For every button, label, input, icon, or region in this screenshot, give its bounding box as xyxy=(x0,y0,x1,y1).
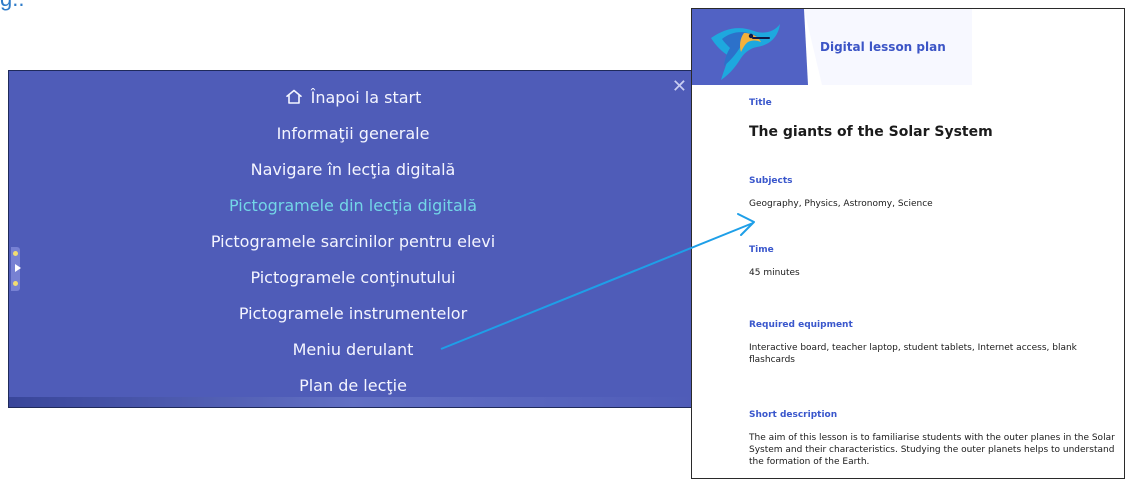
menu-item-tool-pictograms[interactable]: Pictogramele instrumentelor xyxy=(9,295,697,331)
section-time: Time 45 minutes xyxy=(749,245,1114,279)
menu-item-home[interactable]: Înapoi la start xyxy=(9,79,697,115)
menu-item-label: Înapoi la start xyxy=(310,87,422,107)
menu-item-content-pictograms[interactable]: Pictogramele conţinutului xyxy=(9,259,697,295)
menu-item-student-task-pictograms[interactable]: Pictogramele sarcinilor pentru elevi xyxy=(9,223,697,259)
document-header: Digital lesson plan xyxy=(692,9,1124,85)
lesson-navigation-menu: ✕ Înapoi la start Informaţii generale Na… xyxy=(8,70,698,408)
hummingbird-icon xyxy=(711,24,780,80)
menu-item-label: Pictogramele sarcinilor pentru elevi xyxy=(210,231,496,251)
menu-item-general-information[interactable]: Informaţii generale xyxy=(9,115,697,151)
menu-list: Înapoi la start Informaţii generale Navi… xyxy=(9,79,697,403)
menu-item-digital-lesson-navigation[interactable]: Navigare în lecţia digitală xyxy=(9,151,697,187)
menu-item-label: Plan de lecţie xyxy=(299,375,407,395)
section-label: Required equipment xyxy=(749,319,853,330)
document-header-title: Digital lesson plan xyxy=(820,40,946,54)
required-equipment-text: Interactive board, teacher laptop, stude… xyxy=(749,342,1077,366)
menu-item-dropdown-menu[interactable]: Meniu derulant xyxy=(9,331,697,367)
menu-item-label: Navigare în lecţia digitală xyxy=(250,159,456,179)
menu-item-label: Pictogramele conţinutului xyxy=(250,267,456,287)
cropped-heading-fragment: g.. xyxy=(0,0,24,24)
menu-item-label: Informaţii generale xyxy=(276,123,430,143)
menu-item-label: Pictogramele instrumentelor xyxy=(238,303,468,323)
subjects-text: Geography, Physics, Astronomy, Science xyxy=(749,199,933,209)
menu-item-lesson-plan[interactable]: Plan de lecţie xyxy=(9,367,697,403)
section-label: Title xyxy=(749,98,772,108)
section-title: Title The giants of the Solar System xyxy=(749,98,1114,140)
menu-item-digital-lesson-pictograms[interactable]: Pictogramele din lecţia digitală xyxy=(9,187,697,223)
section-subjects: Subjects Geography, Physics, Astronomy, … xyxy=(749,176,1114,210)
home-icon xyxy=(285,88,303,106)
lesson-title: The giants of the Solar System xyxy=(749,124,993,140)
time-text: 45 minutes xyxy=(749,268,800,279)
section-label: Short description xyxy=(749,409,838,420)
menu-item-label: Pictogramele din lecţia digitală xyxy=(229,195,477,215)
short-description-text: The aim of this lesson is to familiarise… xyxy=(749,432,1115,468)
lesson-plan-document: Digital lesson plan Title The giants of … xyxy=(691,8,1125,479)
section-required-equipment: Required equipment Interactive board, te… xyxy=(749,320,1114,367)
menu-item-label: Meniu derulant xyxy=(292,339,414,359)
document-content: Title The giants of the Solar System Sub… xyxy=(749,98,1115,469)
section-label: Subjects xyxy=(749,176,793,186)
section-label: Time xyxy=(749,245,774,256)
section-short-description: Short description The aim of this lesson… xyxy=(749,409,1115,469)
